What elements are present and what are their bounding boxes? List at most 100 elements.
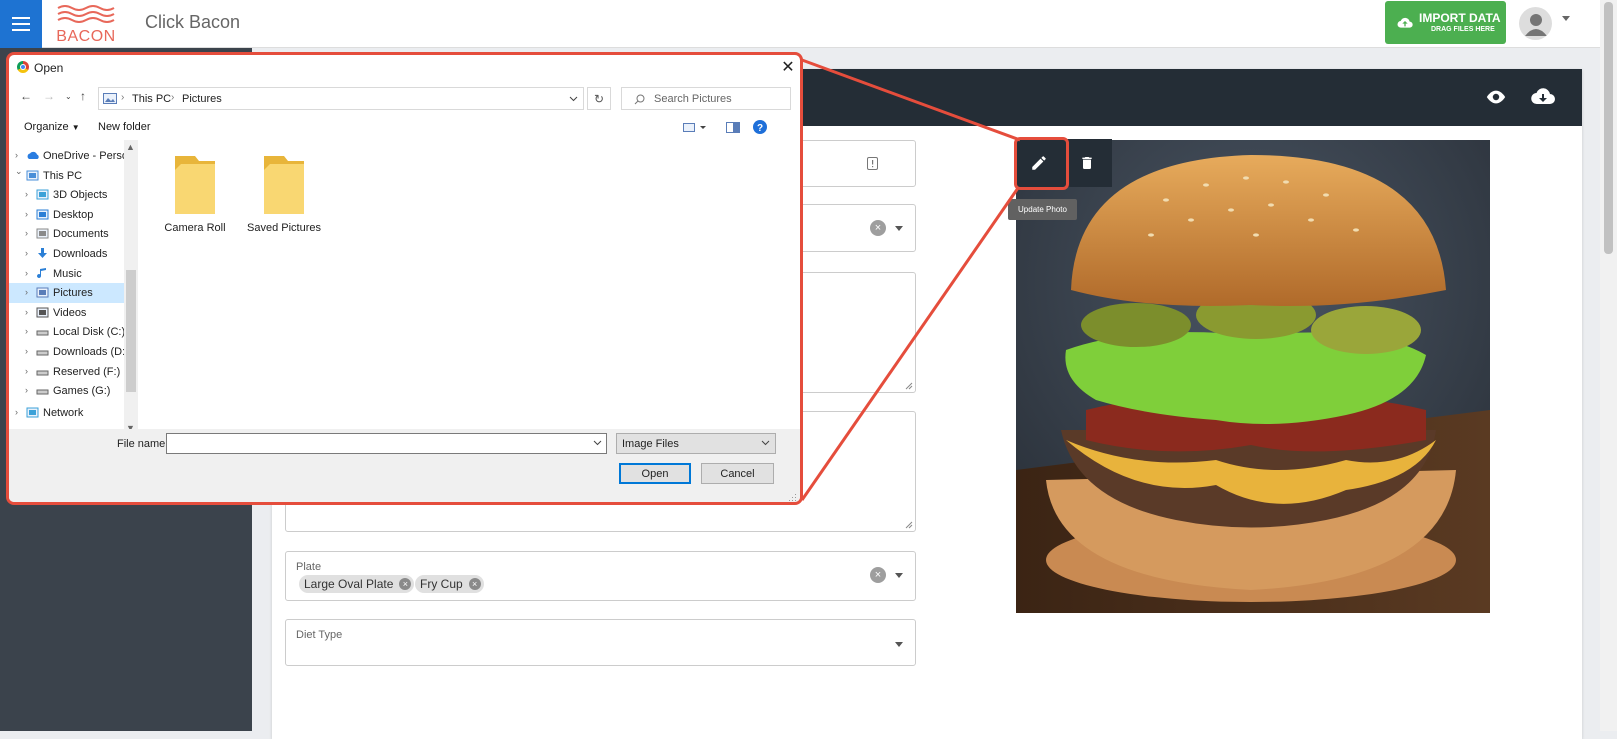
cloud-download-icon[interactable] <box>1531 86 1555 108</box>
resize-handle-icon[interactable] <box>905 521 913 529</box>
nav-tree-item[interactable]: › 3D Objects <box>9 185 133 205</box>
breadcrumb-this-pc[interactable]: This PC <box>132 93 171 105</box>
navigation-scrollbar[interactable]: ▲ ▼ <box>124 140 138 436</box>
dropdown-caret-icon[interactable] <box>895 642 903 647</box>
user-icon <box>1524 13 1547 36</box>
page-scrollbar[interactable] <box>1600 0 1617 731</box>
dialog-title-bar[interactable]: Open ✕ <box>9 55 800 80</box>
new-folder-button[interactable]: New folder <box>98 121 151 133</box>
folder-item[interactable]: Saved Pictures <box>244 152 324 234</box>
file-name-input[interactable] <box>166 433 607 454</box>
chevron-right-icon[interactable]: › <box>15 407 18 417</box>
chevron-right-icon[interactable]: › <box>25 326 28 336</box>
nav-tree-item[interactable]: ⌄ This PC <box>9 166 133 186</box>
chevron-right-icon[interactable]: › <box>25 346 28 356</box>
chevron-right-icon[interactable]: › <box>25 228 28 238</box>
chevron-right-icon[interactable]: › <box>25 287 28 297</box>
clear-selection-icon[interactable]: × <box>870 567 886 583</box>
nav-tree-label: 3D Objects <box>53 189 108 202</box>
chevron-right-icon[interactable]: › <box>25 189 28 199</box>
search-input[interactable]: Search Pictures <box>621 87 791 110</box>
address-bar[interactable]: › This PC › Pictures <box>98 87 584 110</box>
nav-tree-item[interactable]: › Downloads <box>9 244 133 264</box>
folder-item[interactable]: Camera Roll <box>155 152 235 234</box>
file-type-select[interactable]: Image Files <box>616 433 776 454</box>
nav-tree-label: This PC <box>43 169 83 182</box>
chip-remove-icon[interactable]: × <box>468 578 481 590</box>
chevron-right-icon[interactable]: › <box>25 307 28 317</box>
onedrive-icon <box>26 149 39 162</box>
account-caret-icon[interactable] <box>1562 16 1570 21</box>
chevron-right-icon[interactable]: › <box>25 209 28 219</box>
refresh-icon[interactable]: ↻ <box>587 87 611 110</box>
folder-icon <box>260 152 308 218</box>
bacon-logo[interactable]: BACON <box>56 4 116 45</box>
nav-tree-item[interactable]: › Downloads (D:) <box>9 342 133 362</box>
chevron-right-icon[interactable]: › <box>25 248 28 258</box>
clear-selection-icon[interactable]: × <box>870 220 886 236</box>
import-label: IMPORT DATA <box>1419 11 1501 25</box>
nav-tree-label: Network <box>43 406 84 419</box>
highlight-box <box>1014 137 1069 190</box>
help-icon[interactable]: ? <box>753 120 767 134</box>
nav-tree-item[interactable]: › Music <box>9 264 133 284</box>
nav-tree-item[interactable]: › Games (G:) <box>9 381 133 401</box>
nav-tree-item[interactable]: › Documents <box>9 224 133 244</box>
navigation-pane: › OneDrive - Personal ⌄ This PC › 3D Objects ›… <box>9 140 133 436</box>
view-options-icon[interactable] <box>683 122 707 133</box>
nav-tree-item[interactable]: › Desktop <box>9 205 133 225</box>
nav-tree-item[interactable]: › Pictures <box>9 283 133 304</box>
chip-remove-icon[interactable]: × <box>399 578 412 590</box>
close-icon[interactable]: ✕ <box>779 57 797 77</box>
avatar[interactable] <box>1519 7 1552 40</box>
recent-locations-icon[interactable]: ⌄ <box>65 92 72 101</box>
delete-photo-button[interactable] <box>1063 139 1111 187</box>
burger-photo <box>1016 140 1490 613</box>
nav-tree-item[interactable]: › Videos <box>9 303 133 323</box>
pictures-folder-icon <box>103 93 117 104</box>
nav-tree-item[interactable]: › Network <box>9 403 133 423</box>
breadcrumb-separator-icon: › <box>171 92 175 103</box>
cancel-button[interactable]: Cancel <box>701 463 774 484</box>
navigation-scrollbar-thumb[interactable] <box>126 270 136 392</box>
page-scrollbar-thumb[interactable] <box>1604 2 1613 254</box>
chevron-right-icon[interactable]: › <box>25 385 28 395</box>
nav-tree-item[interactable]: › Reserved (F:) <box>9 362 133 382</box>
nav-tree-item[interactable]: › OneDrive - Personal <box>9 146 133 166</box>
breadcrumb-pictures[interactable]: Pictures <box>182 93 222 105</box>
import-sublabel: DRAG FILES HERE <box>1431 26 1495 33</box>
eye-icon[interactable] <box>1485 86 1507 108</box>
chevron-down-icon[interactable] <box>569 96 578 102</box>
file-name-label: File name: <box>117 438 169 450</box>
nav-tree-label: Local Disk (C:) <box>53 326 126 339</box>
chevron-right-icon[interactable]: › <box>25 366 28 376</box>
up-arrow-icon[interactable]: ↑ <box>80 89 86 103</box>
trash-icon <box>1082 157 1092 169</box>
pictures-icon <box>36 286 49 299</box>
dropdown-caret-icon[interactable] <box>895 226 903 231</box>
organize-menu[interactable]: Organize ▼ <box>24 121 80 133</box>
nav-tree-item[interactable]: › Local Disk (C:) <box>9 322 133 342</box>
import-data-button[interactable]: IMPORT DATA DRAG FILES HERE <box>1385 1 1506 44</box>
chevron-down-icon[interactable] <box>593 440 602 446</box>
plate-select[interactable]: Plate Large Oval Plate × Fry Cup × × <box>285 551 916 601</box>
chevron-down-icon[interactable]: ⌄ <box>15 166 23 177</box>
resize-handle-icon[interactable] <box>905 382 913 390</box>
open-button[interactable]: Open <box>619 463 691 484</box>
logo-text: BACON <box>56 28 116 45</box>
resize-grip-icon[interactable] <box>789 494 797 502</box>
scroll-up-icon[interactable]: ▲ <box>126 142 135 152</box>
folder-label: Saved Pictures <box>247 222 321 234</box>
chip-label: Fry Cup <box>420 577 463 591</box>
menu-icon[interactable] <box>0 0 42 48</box>
open-file-dialog: Open ✕ ← → ⌄ ↑ › This PC › Pictures ↻ Se… <box>6 52 803 505</box>
plate-label: Plate <box>296 561 322 573</box>
diet-type-select[interactable]: Diet Type <box>285 619 916 666</box>
forward-arrow-icon[interactable]: → <box>43 89 55 103</box>
dropdown-caret-icon[interactable] <box>895 573 903 578</box>
chevron-right-icon[interactable]: › <box>15 150 18 160</box>
chevron-right-icon[interactable]: › <box>25 268 28 278</box>
back-arrow-icon[interactable]: ← <box>20 89 32 103</box>
preview-pane-icon[interactable] <box>726 122 740 133</box>
nav-tree-label: Desktop <box>53 208 94 221</box>
